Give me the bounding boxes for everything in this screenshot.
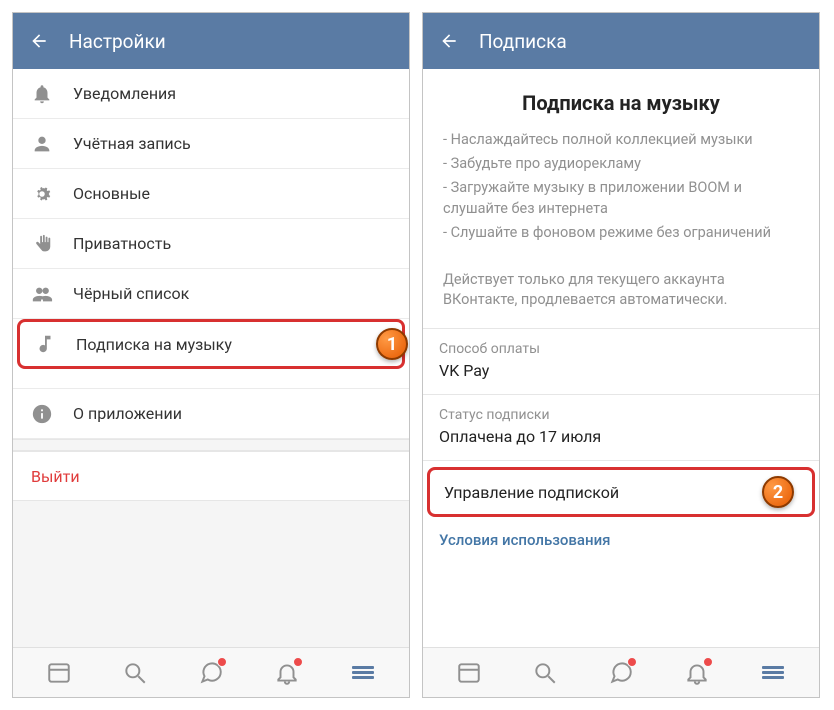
music-icon xyxy=(34,333,56,355)
tab-notifications[interactable] xyxy=(273,659,301,687)
settings-item-label: Приватность xyxy=(73,234,171,253)
subscription-content: Подписка на музыку - Наслаждайтесь полно… xyxy=(423,69,819,647)
tab-feed[interactable] xyxy=(455,659,483,687)
hand-icon xyxy=(31,233,53,255)
hamburger-icon xyxy=(352,664,374,681)
tab-messages[interactable] xyxy=(197,659,225,687)
tab-notifications[interactable] xyxy=(683,659,711,687)
notification-dot xyxy=(703,657,713,667)
tab-menu[interactable] xyxy=(349,659,377,687)
bottom-tabbar xyxy=(423,647,819,697)
subscription-bullets: - Наслаждайтесь полной коллекцией музыки… xyxy=(423,129,819,260)
settings-item-general[interactable]: Основные xyxy=(13,169,409,219)
empty-fill xyxy=(13,501,409,647)
back-icon[interactable] xyxy=(29,31,49,51)
terms-link[interactable]: Условия использования xyxy=(423,517,819,557)
appbar: Подписка xyxy=(423,13,819,69)
info-icon xyxy=(31,403,53,425)
tab-messages[interactable] xyxy=(607,659,635,687)
subscription-note: Действует только для текущего аккаунта В… xyxy=(423,260,819,329)
settings-item-account[interactable]: Учётная запись xyxy=(13,119,409,169)
settings-item-privacy[interactable]: Приватность xyxy=(13,219,409,269)
tab-search[interactable] xyxy=(121,659,149,687)
bullet-item: - Забудьте про аудиорекламу xyxy=(443,153,799,175)
settings-item-music-subscription[interactable]: Подписка на музыку 1 xyxy=(17,319,405,369)
gear-icon xyxy=(31,183,53,205)
callout-badge-2: 2 xyxy=(762,476,794,508)
settings-list: Уведомления Учётная запись Основные Прив… xyxy=(13,69,409,647)
payment-method-label: Способ оплаты xyxy=(423,329,819,361)
settings-item-about[interactable]: О приложении xyxy=(13,389,409,439)
tab-feed[interactable] xyxy=(45,659,73,687)
tab-search[interactable] xyxy=(531,659,559,687)
manage-subscription-button[interactable]: Управление подпиской 2 xyxy=(427,467,815,517)
subscription-screen: Подписка Подписка на музыку - Наслаждайт… xyxy=(422,12,820,698)
notification-dot xyxy=(217,657,227,667)
notification-dot xyxy=(293,657,303,667)
subscription-heading: Подписка на музыку xyxy=(423,69,819,129)
settings-item-notifications[interactable]: Уведомления xyxy=(13,69,409,119)
settings-item-label: Уведомления xyxy=(73,84,176,103)
notification-dot xyxy=(627,657,637,667)
list-spacer xyxy=(13,439,409,451)
settings-screen: Настройки Уведомления Учётная запись Осн… xyxy=(12,12,410,698)
manage-subscription-label: Управление подпиской xyxy=(444,483,619,502)
subscription-status-label: Статус подписки xyxy=(423,395,819,427)
subscription-status-value: Оплачена до 17 июля xyxy=(423,427,819,460)
appbar-title: Подписка xyxy=(479,30,567,53)
tab-menu[interactable] xyxy=(759,659,787,687)
logout-button[interactable]: Выйти xyxy=(13,451,409,501)
back-icon[interactable] xyxy=(439,31,459,51)
callout-badge-1: 1 xyxy=(376,328,408,360)
user-icon xyxy=(31,133,53,155)
settings-item-label: Учётная запись xyxy=(73,134,191,153)
bottom-tabbar xyxy=(13,647,409,697)
after-highlight-gap xyxy=(13,369,409,389)
appbar: Настройки xyxy=(13,13,409,69)
bullet-item: - Загружайте музыку в приложении BOOM и … xyxy=(443,177,799,221)
bell-icon xyxy=(31,83,53,105)
blacklist-icon xyxy=(31,283,53,305)
settings-item-label: Подписка на музыку xyxy=(76,335,232,354)
appbar-title: Настройки xyxy=(69,30,166,53)
settings-item-label: Основные xyxy=(73,184,150,203)
bullet-item: - Наслаждайтесь полной коллекцией музыки xyxy=(443,129,799,151)
payment-method-value[interactable]: VK Pay xyxy=(423,361,819,394)
settings-item-label: О приложении xyxy=(73,404,182,423)
hamburger-icon xyxy=(762,664,784,681)
logout-label: Выйти xyxy=(31,467,80,486)
settings-item-label: Чёрный список xyxy=(73,284,189,303)
settings-item-blacklist[interactable]: Чёрный список xyxy=(13,269,409,319)
bullet-item: - Слушайте в фоновом режиме без ограниче… xyxy=(443,222,799,244)
